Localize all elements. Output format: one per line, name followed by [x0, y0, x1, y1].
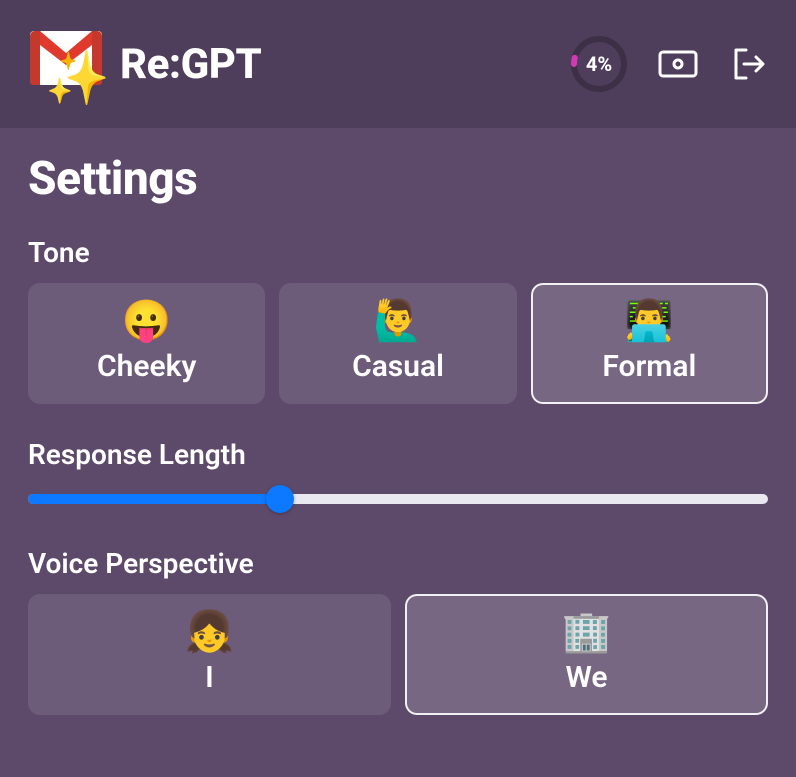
response-length-slider[interactable]: [28, 485, 768, 513]
cheeky-emoji-icon: 😛: [122, 301, 172, 341]
settings-content: Settings Tone 😛 Cheeky 🙋‍♂️ Casual 👨‍💻 F…: [0, 128, 796, 777]
logout-button[interactable]: [728, 48, 768, 80]
building-emoji-icon: 🏢: [562, 612, 612, 652]
voice-label: Voice Perspective: [28, 547, 768, 580]
tone-option-formal[interactable]: 👨‍💻 Formal: [531, 283, 768, 404]
option-label: Casual: [352, 349, 444, 384]
tone-label: Tone: [28, 236, 768, 269]
tone-option-cheeky[interactable]: 😛 Cheeky: [28, 283, 265, 404]
cash-icon: [658, 50, 698, 78]
app-header: ✨ Re:GPT 4%: [0, 0, 796, 128]
header-actions: 4%: [570, 35, 768, 93]
response-length-label: Response Length: [28, 438, 768, 471]
voice-option-we[interactable]: 🏢 We: [405, 594, 768, 715]
voice-option-i[interactable]: 👧 I: [28, 594, 391, 715]
app-logo-icon: ✨: [28, 25, 106, 103]
option-label: Formal: [602, 349, 696, 384]
person-emoji-icon: 👧: [185, 612, 235, 652]
slider-fill: [28, 494, 280, 504]
sparkle-icon: ✨: [45, 53, 110, 105]
billing-button[interactable]: [658, 48, 698, 80]
voice-options: 👧 I 🏢 We: [28, 594, 768, 715]
logout-icon: [730, 46, 766, 82]
option-label: I: [205, 660, 214, 695]
slider-thumb[interactable]: [266, 485, 294, 513]
page-title: Settings: [28, 152, 768, 206]
usage-progress[interactable]: 4%: [570, 35, 628, 93]
app-name: Re:GPT: [120, 40, 261, 89]
usage-progress-label: 4%: [570, 35, 628, 93]
tone-option-casual[interactable]: 🙋‍♂️ Casual: [279, 283, 516, 404]
app-logo: ✨ Re:GPT: [28, 25, 261, 103]
option-label: Cheeky: [97, 349, 196, 384]
tone-options: 😛 Cheeky 🙋‍♂️ Casual 👨‍💻 Formal: [28, 283, 768, 404]
option-label: We: [565, 660, 607, 695]
formal-emoji-icon: 👨‍💻: [624, 301, 674, 341]
slider-track: [28, 494, 768, 504]
casual-emoji-icon: 🙋‍♂️: [373, 301, 423, 341]
